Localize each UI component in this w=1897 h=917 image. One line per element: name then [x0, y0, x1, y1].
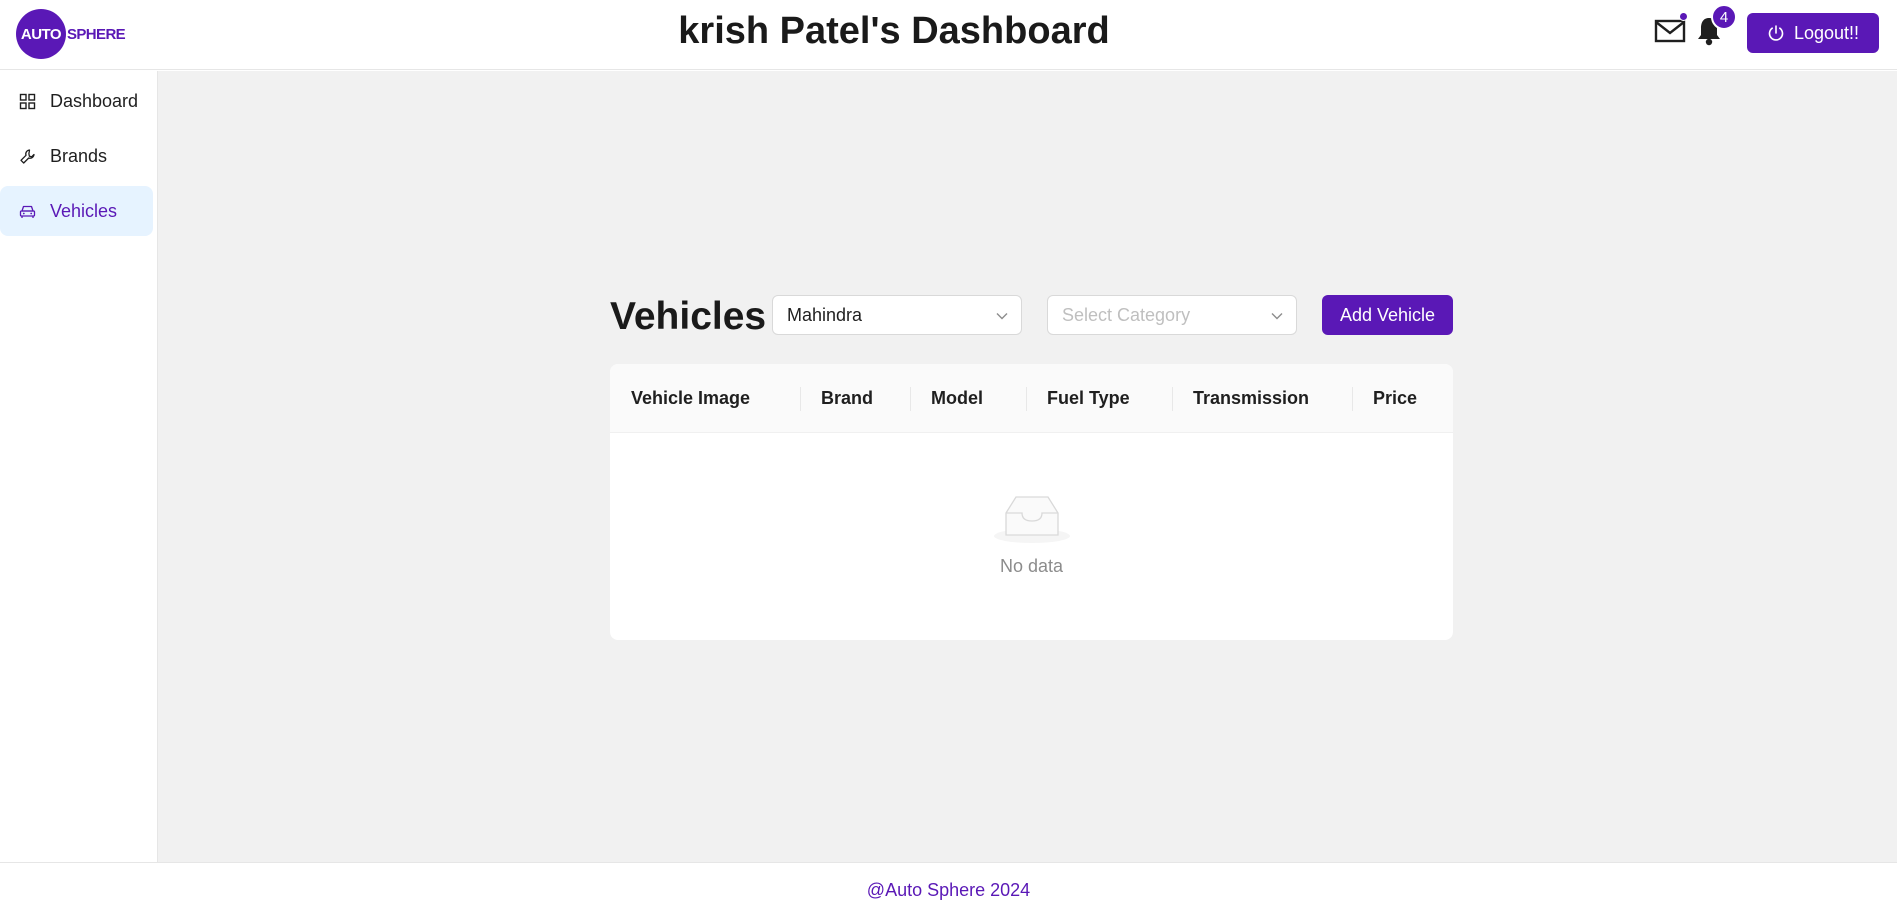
car-icon — [19, 203, 36, 220]
mail-unread-dot — [1679, 12, 1688, 21]
column-header[interactable]: Model — [931, 364, 983, 433]
chevron-down-icon — [1271, 313, 1283, 320]
brand-select[interactable]: Mahindra — [772, 295, 1022, 335]
vehicles-table: Vehicle Image Brand Model Fuel Type Tran… — [610, 364, 1453, 640]
category-select[interactable]: Select Category — [1047, 295, 1297, 335]
empty-state-text: No data — [999, 556, 1064, 576]
column-header[interactable]: Vehicle Image — [631, 364, 750, 433]
column-divider — [800, 387, 801, 411]
empty-state: No data — [610, 433, 1453, 640]
chevron-down-icon — [996, 313, 1008, 320]
wrench-icon — [19, 148, 36, 165]
power-icon — [1768, 25, 1784, 41]
sidebar-item-label: Dashboard — [50, 90, 139, 111]
category-select-placeholder: Select Category — [1062, 304, 1191, 325]
logout-label: Logout!! — [1793, 22, 1860, 43]
column-header[interactable]: Price — [1373, 364, 1417, 433]
footer-text: @Auto Sphere 2024 — [866, 879, 1031, 900]
sidebar-item-vehicles[interactable]: Vehicles — [0, 186, 153, 236]
add-vehicle-button[interactable]: Add Vehicle — [1322, 295, 1453, 335]
notification-badge: 4 — [1711, 4, 1737, 30]
mail-icon[interactable] — [1654, 17, 1686, 45]
logout-button[interactable]: Logout!! — [1747, 13, 1879, 53]
column-header[interactable]: Fuel Type — [1047, 364, 1130, 433]
top-header: AUTO SPHERE krish Patel's Dashboard 4 Lo… — [0, 0, 1897, 70]
page-title: krish Patel's Dashboard — [678, 10, 1110, 52]
table-header: Vehicle Image Brand Model Fuel Type Tran… — [610, 364, 1453, 433]
sidebar: Dashboard Brands Vehicles — [0, 71, 158, 862]
brand-select-value: Mahindra — [787, 304, 863, 325]
footer: @Auto Sphere 2024 — [0, 862, 1897, 917]
column-divider — [910, 387, 911, 411]
column-divider — [1172, 387, 1173, 411]
column-divider — [1352, 387, 1353, 411]
column-header[interactable]: Brand — [821, 364, 873, 433]
column-header[interactable]: Transmission — [1193, 364, 1309, 433]
empty-inbox-icon — [994, 496, 1070, 543]
grid-icon — [19, 93, 36, 110]
sidebar-item-label: Brands — [50, 145, 108, 166]
column-divider — [1026, 387, 1027, 411]
sidebar-item-brands[interactable]: Brands — [0, 131, 153, 181]
sidebar-item-dashboard[interactable]: Dashboard — [0, 76, 153, 126]
section-heading: Vehicles — [610, 295, 767, 338]
sidebar-item-label: Vehicles — [50, 200, 118, 221]
